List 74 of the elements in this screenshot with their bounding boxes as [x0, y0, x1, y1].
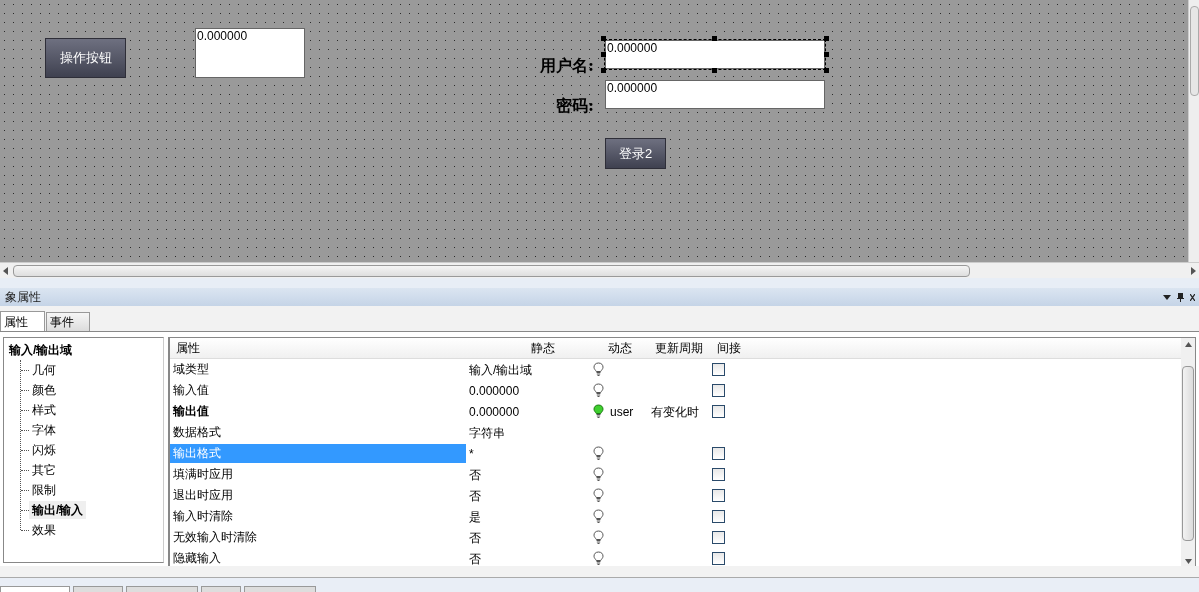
static-value: 否 — [468, 487, 482, 505]
bottom-tab[interactable] — [0, 586, 70, 592]
indirect-checkbox[interactable] — [712, 531, 725, 544]
indirect-checkbox[interactable] — [712, 447, 725, 460]
column-header[interactable]: 属性 — [170, 339, 466, 357]
property-name[interactable]: 域类型 — [170, 360, 466, 379]
dropdown-icon[interactable] — [1163, 294, 1171, 300]
action-button[interactable]: 操作按钮 — [45, 38, 126, 78]
selection-handle[interactable] — [601, 68, 606, 73]
column-header[interactable]: 静态 — [466, 339, 590, 357]
scroll-left-arrow-icon[interactable] — [2, 266, 9, 275]
static-value: 否 — [468, 550, 482, 568]
panel-title: 象属性 — [4, 289, 41, 306]
indirect-checkbox[interactable] — [712, 489, 725, 502]
update-cycle: 有变化时 — [651, 404, 699, 419]
property-name[interactable]: 填满时应用 — [170, 465, 466, 484]
selection-handle[interactable] — [712, 36, 717, 41]
indirect-checkbox[interactable] — [712, 363, 725, 376]
static-value: 是 — [468, 508, 482, 526]
vertical-scrollbar[interactable] — [1188, 0, 1199, 262]
login-button[interactable]: 登录2 — [605, 138, 666, 169]
static-value: 字符串 — [468, 424, 506, 442]
static-value: 否 — [468, 466, 482, 484]
tree-item[interactable]: 样式 — [29, 401, 59, 419]
indirect-checkbox[interactable] — [712, 552, 725, 565]
selection-handle[interactable] — [712, 68, 717, 73]
horizontal-scrollbar[interactable] — [0, 262, 1199, 278]
panel-tab[interactable]: 属性 — [0, 311, 45, 331]
property-name[interactable]: 退出时应用 — [170, 486, 466, 505]
static-value: 否 — [468, 529, 482, 547]
tree-root[interactable]: 输入/输出域 — [9, 340, 163, 360]
selection-handle[interactable] — [824, 68, 829, 73]
tree-item[interactable]: 闪烁 — [29, 441, 59, 459]
tree-item[interactable]: 效果 — [29, 521, 59, 539]
column-header[interactable]: 更新周期 — [650, 339, 708, 357]
input-field[interactable]: 0.000000 — [605, 40, 825, 69]
scroll-up-arrow-icon[interactable] — [1184, 341, 1192, 349]
tree-item[interactable]: 字体 — [29, 421, 59, 439]
property-name[interactable]: 无效输入时清除 — [170, 528, 466, 547]
indirect-checkbox[interactable] — [712, 468, 725, 481]
pin-icon[interactable] — [1177, 292, 1184, 302]
indirect-checkbox[interactable] — [712, 510, 725, 523]
column-header[interactable]: 动态 — [590, 339, 650, 357]
field-label: 用户名: — [539, 55, 594, 77]
output-field[interactable]: 0.000000 — [195, 28, 305, 78]
property-name[interactable]: 输入时清除 — [170, 507, 466, 526]
field-label: 密码: — [555, 95, 594, 117]
property-name[interactable]: 输出值 — [170, 402, 466, 421]
input-field[interactable]: 0.000000 — [605, 80, 825, 109]
tree-item[interactable]: 限制 — [29, 481, 59, 499]
indirect-checkbox[interactable] — [712, 384, 725, 397]
property-name[interactable]: 数据格式 — [170, 423, 466, 442]
column-header[interactable]: 间接 — [708, 339, 750, 357]
selection-handle[interactable] — [601, 36, 606, 41]
panel-tab[interactable]: 事件 — [46, 312, 90, 331]
tree-item[interactable]: 其它 — [29, 461, 59, 479]
static-value: 0.000000 — [468, 403, 521, 421]
scroll-down-arrow-icon[interactable] — [1184, 558, 1192, 566]
tree-item[interactable]: 颜色 — [29, 381, 59, 399]
selection-handle[interactable] — [824, 52, 829, 57]
tree-item[interactable]: 几何 — [29, 361, 59, 379]
selection-handle[interactable] — [824, 36, 829, 41]
indirect-checkbox[interactable] — [712, 405, 725, 418]
property-name[interactable]: 输入值 — [170, 381, 466, 400]
vertical-scrollbar[interactable] — [1181, 338, 1195, 569]
static-value: * — [468, 445, 475, 463]
scroll-right-arrow-icon[interactable] — [1190, 266, 1197, 275]
dynamic-tag: user — [610, 402, 634, 421]
tree-item[interactable]: 输出/输入 — [29, 501, 87, 519]
close-icon[interactable] — [1190, 293, 1195, 301]
property-name[interactable]: 隐藏输入 — [170, 549, 466, 568]
selection-handle[interactable] — [601, 52, 606, 57]
static-value: 输入/输出域 — [468, 361, 534, 379]
static-value: 0.000000 — [468, 382, 521, 400]
